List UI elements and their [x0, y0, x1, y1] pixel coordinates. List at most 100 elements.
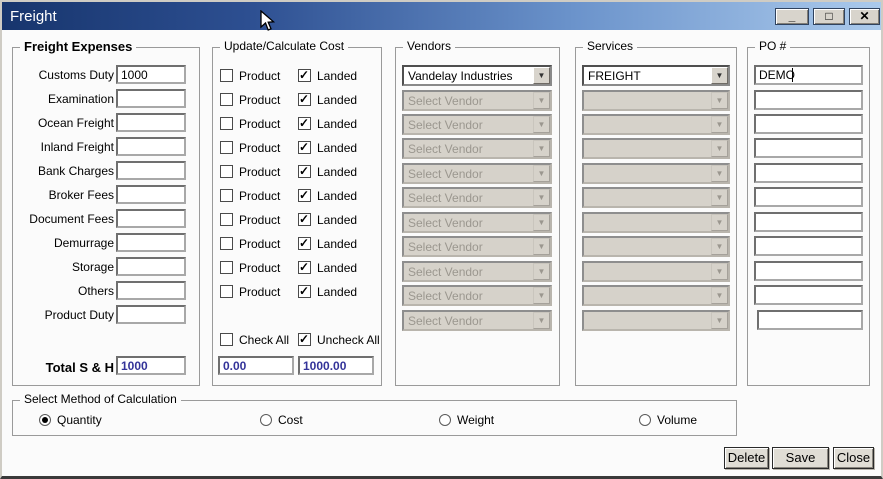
landed-checkbox-3[interactable] — [298, 117, 311, 130]
landed-checkbox-5[interactable] — [298, 165, 311, 178]
close-button[interactable]: Close — [833, 447, 874, 469]
radio-volume[interactable] — [639, 414, 651, 426]
minimize-button[interactable]: _ — [775, 8, 809, 25]
group-update-calculate-title: Update/Calculate Cost — [220, 40, 348, 53]
vendor-combo-10-value: Select Vendor — [408, 289, 531, 303]
po-input-3[interactable] — [754, 114, 863, 134]
product-checkbox-5[interactable] — [220, 165, 233, 178]
label-examination: Examination — [18, 92, 114, 107]
uncheck-all-checkbox[interactable] — [298, 333, 311, 346]
service-combo-9: ▼ — [582, 261, 730, 282]
save-button[interactable]: Save — [772, 447, 829, 469]
input-others[interactable] — [116, 281, 186, 300]
po-input-7[interactable] — [754, 212, 863, 232]
vendor-combo-10: Select Vendor▼ — [402, 285, 552, 306]
check-all-checkbox[interactable] — [220, 333, 233, 346]
label-storage: Storage — [18, 260, 114, 275]
titlebar-close-button[interactable]: ✕ — [849, 8, 880, 25]
product-checkbox-6[interactable] — [220, 189, 233, 202]
vendor-combo-4: Select Vendor▼ — [402, 138, 552, 159]
landed-checkbox-1[interactable] — [298, 69, 311, 82]
radio-quantity-label: Quantity — [57, 413, 102, 427]
chevron-down-icon: ▼ — [533, 263, 550, 280]
landed-checkbox-10[interactable] — [298, 285, 311, 298]
label-document-fees: Document Fees — [18, 212, 114, 227]
vendor-combo-1-value: Vandelay Industries — [408, 69, 531, 83]
input-ocean-freight[interactable] — [116, 113, 186, 132]
input-broker-fees[interactable] — [116, 185, 186, 204]
input-product-duty[interactable] — [116, 305, 186, 324]
landed-checkbox-4[interactable] — [298, 141, 311, 154]
service-combo-7: ▼ — [582, 212, 730, 233]
po-input-5[interactable] — [754, 163, 863, 183]
vendor-combo-8: Select Vendor▼ — [402, 236, 552, 257]
radio-weight[interactable] — [439, 414, 451, 426]
product-total-field[interactable] — [218, 356, 294, 375]
maximize-icon: □ — [825, 9, 832, 23]
uncheck-all-label: Uncheck All — [317, 333, 380, 347]
window-titlebar[interactable]: Freight — [2, 2, 881, 30]
label-ocean-freight: Ocean Freight — [18, 116, 114, 131]
label-total-sh: Total S & H — [18, 360, 114, 375]
vendor-combo-5: Select Vendor▼ — [402, 163, 552, 184]
chevron-down-icon: ▼ — [711, 140, 728, 157]
service-combo-6: ▼ — [582, 187, 730, 208]
product-checkbox-3[interactable] — [220, 117, 233, 130]
po-input-10[interactable] — [754, 285, 863, 305]
product-checkbox-9-label: Product — [239, 261, 280, 275]
landed-checkbox-7[interactable] — [298, 213, 311, 226]
product-checkbox-8[interactable] — [220, 237, 233, 250]
input-demurrage[interactable] — [116, 233, 186, 252]
vendor-combo-2: Select Vendor▼ — [402, 90, 552, 111]
po-input-4[interactable] — [754, 138, 863, 158]
po-input-11[interactable] — [757, 310, 863, 330]
product-checkbox-9[interactable] — [220, 261, 233, 274]
service-combo-1[interactable]: FREIGHT▼ — [582, 65, 730, 86]
product-checkbox-6-label: Product — [239, 189, 280, 203]
radio-volume-label: Volume — [657, 413, 697, 427]
input-total-sh[interactable] — [116, 356, 186, 375]
product-checkbox-2[interactable] — [220, 93, 233, 106]
input-document-fees[interactable] — [116, 209, 186, 228]
vendor-combo-2-value: Select Vendor — [408, 94, 531, 108]
input-customs-duty[interactable] — [116, 65, 186, 84]
landed-checkbox-8[interactable] — [298, 237, 311, 250]
chevron-down-icon: ▼ — [711, 189, 728, 206]
po-input-1[interactable] — [754, 65, 863, 85]
landed-checkbox-8-label: Landed — [317, 237, 357, 251]
landed-total-field[interactable] — [298, 356, 374, 375]
landed-checkbox-6[interactable] — [298, 189, 311, 202]
vendor-combo-8-value: Select Vendor — [408, 240, 531, 254]
landed-checkbox-9[interactable] — [298, 261, 311, 274]
service-combo-3: ▼ — [582, 114, 730, 135]
po-input-2[interactable] — [754, 90, 863, 110]
chevron-down-icon: ▼ — [533, 116, 550, 133]
vendor-combo-11: Select Vendor▼ — [402, 310, 552, 331]
product-checkbox-1[interactable] — [220, 69, 233, 82]
po-input-9[interactable] — [754, 261, 863, 281]
product-checkbox-8-label: Product — [239, 237, 280, 251]
product-checkbox-7[interactable] — [220, 213, 233, 226]
radio-quantity[interactable] — [39, 414, 51, 426]
product-checkbox-10[interactable] — [220, 285, 233, 298]
landed-checkbox-2[interactable] — [298, 93, 311, 106]
group-po-title: PO # — [755, 40, 790, 53]
delete-button[interactable]: Delete — [724, 447, 769, 469]
freight-dialog: Freight _ □ ✕ Freight Expenses Customs D… — [0, 0, 883, 479]
po-input-8[interactable] — [754, 236, 863, 256]
chevron-down-icon: ▼ — [533, 238, 550, 255]
product-checkbox-4[interactable] — [220, 141, 233, 154]
radio-cost[interactable] — [260, 414, 272, 426]
vendor-combo-4-value: Select Vendor — [408, 142, 531, 156]
chevron-down-icon: ▼ — [533, 189, 550, 206]
landed-checkbox-1-label: Landed — [317, 69, 357, 83]
po-input-6[interactable] — [754, 187, 863, 207]
service-combo-10: ▼ — [582, 285, 730, 306]
input-inland-freight[interactable] — [116, 137, 186, 156]
input-storage[interactable] — [116, 257, 186, 276]
input-examination[interactable] — [116, 89, 186, 108]
input-bank-charges[interactable] — [116, 161, 186, 180]
service-combo-2: ▼ — [582, 90, 730, 111]
maximize-button[interactable]: □ — [813, 8, 845, 25]
vendor-combo-1[interactable]: Vandelay Industries▼ — [402, 65, 552, 86]
